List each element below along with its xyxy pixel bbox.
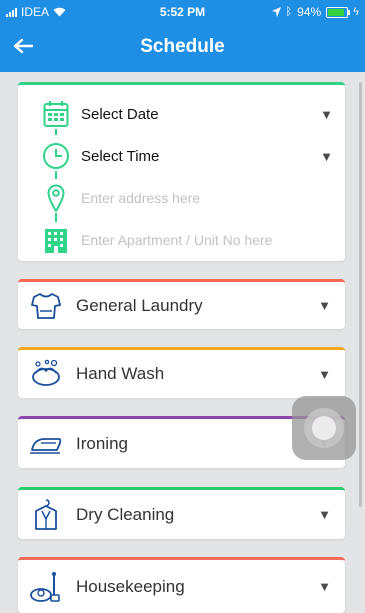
schedule-card: Select Date ▼ Select Time ▼ Enter addres… <box>18 82 345 261</box>
shirt-icon <box>26 282 66 329</box>
app-header: IDEA 5:52 PM ᛒ 94% ϟ Schedule <box>0 0 365 72</box>
caret-down-icon[interactable]: ▼ <box>318 350 331 398</box>
service-dry-cleaning[interactable]: Dry Cleaning ▼ <box>18 487 345 539</box>
address-input[interactable]: Enter address here <box>81 190 200 206</box>
select-date-row[interactable]: Select Date ▼ <box>18 95 345 133</box>
housekeeping-icon <box>26 560 66 613</box>
assistive-touch-button[interactable] <box>292 396 356 460</box>
caret-down-icon[interactable]: ▼ <box>318 490 331 539</box>
caret-down-icon[interactable]: ▼ <box>318 282 331 329</box>
service-label: Ironing <box>76 433 128 453</box>
caret-down-icon[interactable]: ▼ <box>320 149 333 164</box>
charging-icon: ϟ <box>353 6 359 18</box>
select-date-label: Select Date <box>81 105 159 123</box>
service-label: General Laundry <box>76 295 203 315</box>
service-label: Hand Wash <box>76 364 165 383</box>
bluetooth-icon: ᛒ <box>285 6 293 18</box>
service-housekeeping[interactable]: Housekeeping ▼ <box>18 557 345 613</box>
status-bar: IDEA 5:52 PM ᛒ 94% ϟ <box>0 0 365 22</box>
scrollbar[interactable] <box>359 82 362 507</box>
apartment-input[interactable]: Enter Apartment / Unit No here <box>81 232 272 248</box>
page-title: Schedule <box>140 36 225 57</box>
service-label: Dry Cleaning <box>76 504 175 524</box>
hand-wash-icon <box>26 350 66 398</box>
battery-icon <box>326 6 351 18</box>
location-icon <box>271 7 281 17</box>
service-general-laundry[interactable]: General Laundry ▼ <box>18 279 345 329</box>
service-hand-wash[interactable]: Hand Wash ▼ <box>18 347 345 398</box>
status-right: ᛒ 94% ϟ <box>271 5 359 19</box>
address-row[interactable]: Enter address here <box>18 179 345 217</box>
iron-icon <box>26 419 66 468</box>
building-icon <box>40 226 72 254</box>
dry-cleaning-icon <box>26 490 66 539</box>
service-label: Housekeeping <box>76 576 185 596</box>
caret-down-icon[interactable]: ▼ <box>320 107 333 122</box>
location-pin-icon <box>40 184 72 212</box>
apartment-row[interactable]: Enter Apartment / Unit No here <box>18 221 345 259</box>
caret-down-icon[interactable]: ▼ <box>318 560 331 613</box>
calendar-icon <box>40 100 72 128</box>
select-time-row[interactable]: Select Time ▼ <box>18 137 345 175</box>
battery-percent: 94% <box>297 5 322 19</box>
select-time-label: Select Time <box>81 147 160 165</box>
clock-icon <box>40 142 72 170</box>
